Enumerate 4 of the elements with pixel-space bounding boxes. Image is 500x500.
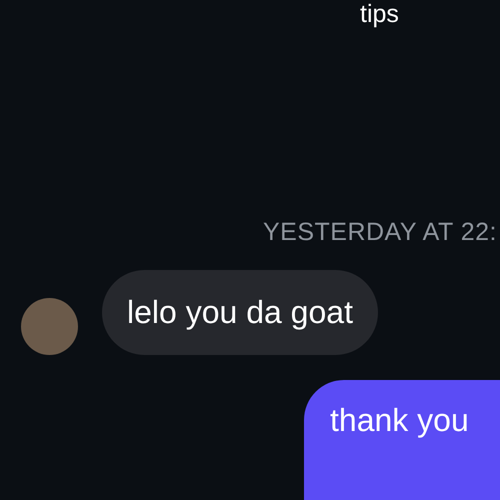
message-bubble: thank you [304, 380, 500, 500]
message-text: tips [360, 0, 399, 28]
message-bubble: lelo you da goat [102, 270, 378, 354]
timestamp: YESTERDAY AT 22: [262, 217, 497, 248]
